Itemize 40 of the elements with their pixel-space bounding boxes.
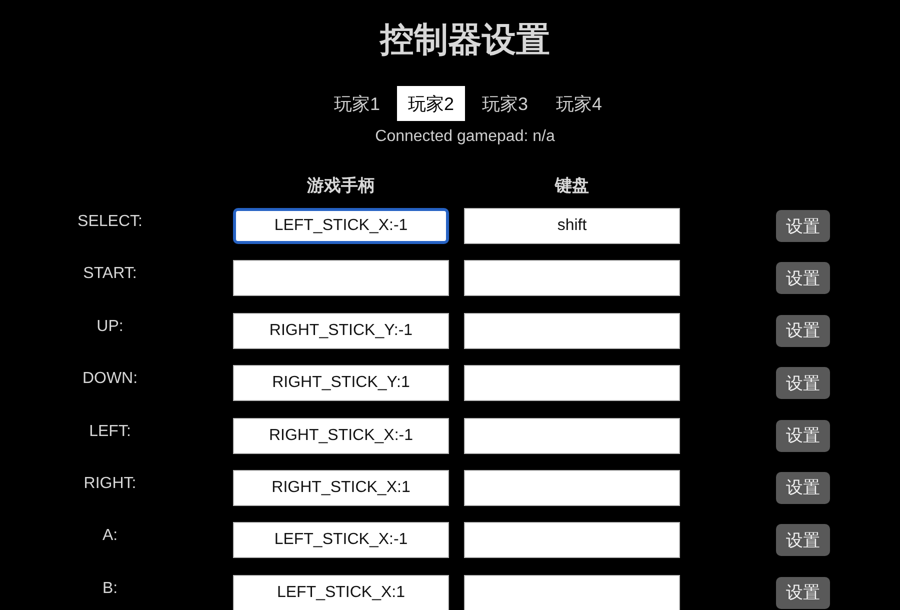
gamepad-status: Connected gamepad: n/a xyxy=(375,127,555,147)
player-tab[interactable]: 玩家3 xyxy=(471,86,539,121)
action-label: LEFT: xyxy=(89,422,131,441)
action-label: RIGHT: xyxy=(84,474,136,493)
keyboard-binding-field[interactable]: shift xyxy=(464,208,680,244)
keyboard-binding-field[interactable] xyxy=(464,312,680,349)
set-button[interactable]: 设置 xyxy=(776,420,830,452)
player-tab[interactable]: 玩家2 xyxy=(397,86,465,121)
action-label: A: xyxy=(102,527,118,546)
action-label: DOWN: xyxy=(82,370,138,388)
keyboard-binding-field[interactable] xyxy=(464,470,680,506)
column-header: 键盘 xyxy=(555,175,589,197)
keyboard-binding-field[interactable] xyxy=(464,365,680,402)
page-title: 控制器设置 xyxy=(380,20,550,60)
gamepad-binding-field[interactable]: RIGHT_STICK_Y:1 xyxy=(233,365,449,402)
gamepad-binding-field[interactable]: RIGHT_STICK_X:-1 xyxy=(233,418,449,454)
set-button[interactable]: 设置 xyxy=(776,472,830,504)
gamepad-binding-field[interactable]: LEFT_STICK_X:-1 xyxy=(233,208,449,244)
action-label: SELECT: xyxy=(78,213,142,231)
set-button[interactable]: 设置 xyxy=(776,524,830,556)
set-button[interactable]: 设置 xyxy=(776,576,830,609)
action-label: UP: xyxy=(96,318,124,336)
set-button[interactable]: 设置 xyxy=(776,210,830,242)
set-button[interactable]: 设置 xyxy=(776,262,830,294)
gamepad-binding-field[interactable] xyxy=(233,260,449,296)
gamepad-binding-field[interactable]: RIGHT_STICK_X:1 xyxy=(233,470,449,506)
keyboard-binding-field[interactable] xyxy=(464,522,680,558)
set-button[interactable]: 设置 xyxy=(776,367,830,400)
action-label: START: xyxy=(83,265,137,284)
keyboard-binding-field[interactable] xyxy=(464,574,680,610)
player-tab[interactable]: 玩家1 xyxy=(323,86,391,121)
keyboard-binding-field[interactable] xyxy=(464,260,680,296)
gamepad-binding-field[interactable]: LEFT_STICK_X:1 xyxy=(233,574,449,610)
gamepad-binding-field[interactable]: RIGHT_STICK_Y:-1 xyxy=(233,312,449,349)
player-tab[interactable]: 玩家4 xyxy=(545,86,613,121)
column-header: 游戏手柄 xyxy=(307,175,375,197)
action-label: B: xyxy=(102,580,118,598)
set-button[interactable]: 设置 xyxy=(776,314,830,347)
gamepad-binding-field[interactable]: LEFT_STICK_X:-1 xyxy=(233,522,449,558)
keyboard-binding-field[interactable] xyxy=(464,418,680,454)
